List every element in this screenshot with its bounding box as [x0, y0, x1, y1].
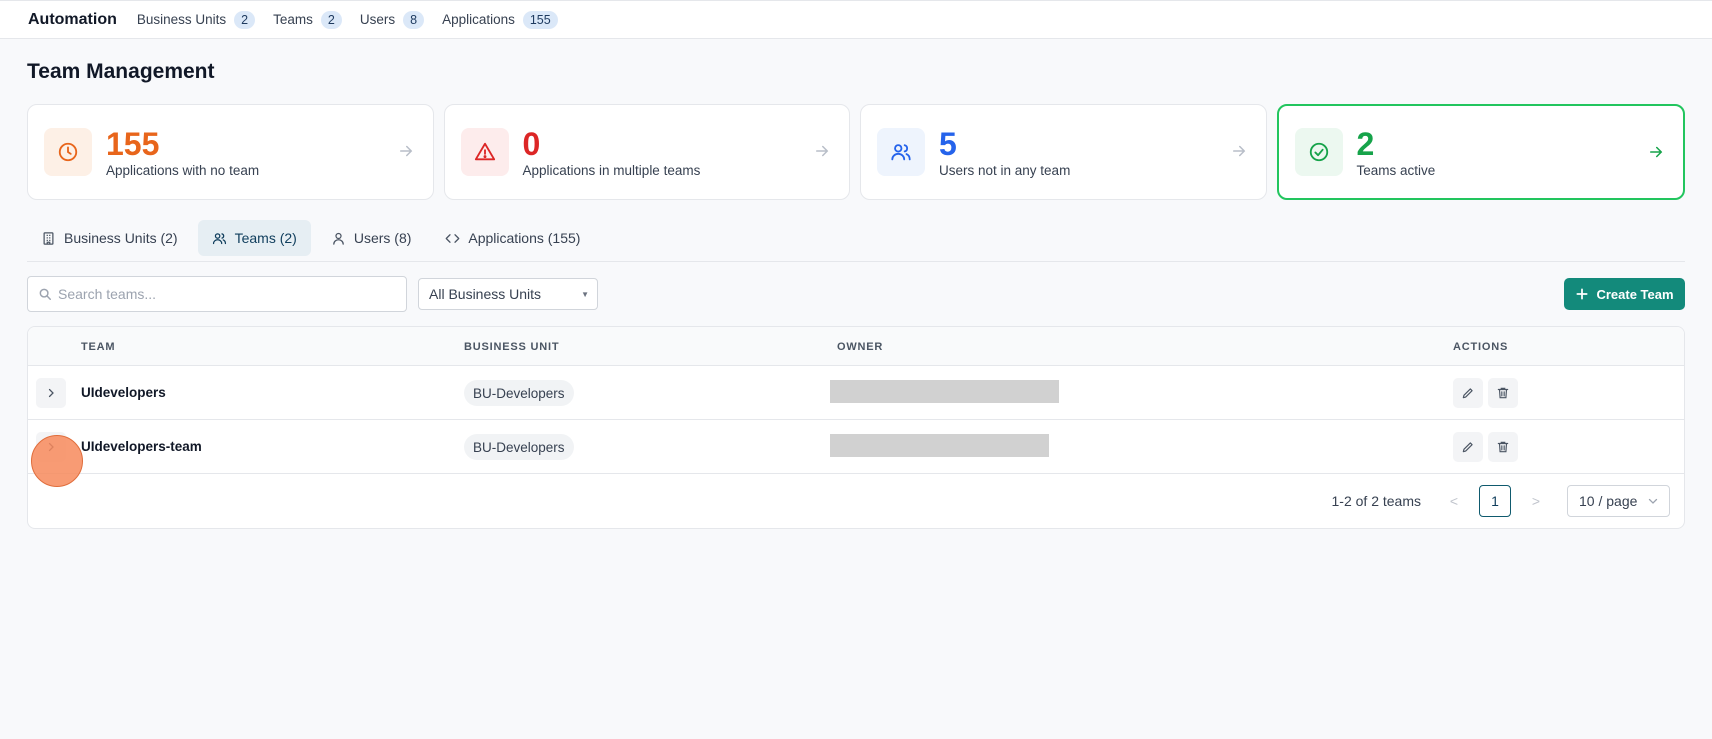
prev-page-icon[interactable]: < — [1439, 493, 1469, 509]
pagination-summary: 1-2 of 2 teams — [1331, 493, 1422, 509]
clock-icon — [58, 142, 78, 162]
tab-users[interactable]: Users (8) — [317, 220, 426, 256]
page-size-value: 10 / page — [1579, 493, 1638, 509]
users-icon — [212, 232, 226, 244]
topnav-label: Applications — [442, 12, 515, 27]
stat-card-users-no-team[interactable]: 5 Users not in any team — [860, 104, 1267, 200]
column-header-actions: ACTIONS — [1453, 341, 1509, 353]
tab-label: Teams (2) — [234, 230, 297, 246]
click-indicator — [31, 435, 83, 487]
top-nav: Business Units 2 Teams 2 Users 8 Applica… — [136, 10, 558, 29]
section-tabs: Business Units (2) Teams (2) Users (8) A… — [27, 220, 1685, 262]
tab-label: Business Units (2) — [64, 230, 178, 246]
edit-button[interactable] — [1453, 432, 1483, 462]
business-unit-tag: BU-Developers — [464, 380, 574, 406]
count-badge: 155 — [522, 10, 558, 29]
table-row: UIdevelopers BU-Developers — [28, 366, 1684, 420]
delete-button[interactable] — [1488, 432, 1518, 462]
business-unit-tag: BU-Developers — [464, 434, 574, 460]
stat-card-no-team[interactable]: 155 Applications with no team — [27, 104, 434, 200]
tab-teams[interactable]: Teams (2) — [197, 220, 311, 256]
expand-row-button[interactable] — [36, 378, 66, 408]
column-header-team: TEAM — [81, 341, 116, 353]
page-title: Team Management — [27, 60, 215, 83]
page-size-select[interactable]: 10 / page — [1567, 485, 1670, 517]
pencil-icon — [1462, 442, 1473, 453]
topnav-teams[interactable]: Teams 2 — [273, 10, 342, 29]
stat-icon-box — [460, 128, 509, 176]
app-brand[interactable]: Automation — [28, 11, 117, 29]
stat-label: Applications with no team — [106, 162, 260, 178]
building-icon — [43, 231, 54, 245]
tab-label: Applications (155) — [468, 230, 581, 246]
topnav-users[interactable]: Users 8 — [359, 10, 425, 29]
stat-card-multiple-teams[interactable]: 0 Applications in multiple teams — [443, 104, 850, 200]
top-navigation-bar: Automation Business Units 2 Teams 2 User… — [0, 0, 1712, 39]
column-header-owner: OWNER — [837, 341, 884, 353]
pagination: 1-2 of 2 teams < 1 > 10 / page — [28, 474, 1684, 528]
plus-icon — [1576, 288, 1588, 300]
stat-value: 0 — [522, 125, 541, 162]
next-page-icon[interactable]: > — [1521, 493, 1551, 509]
owner-redacted — [830, 434, 1049, 457]
stat-label: Teams active — [1356, 162, 1436, 178]
topnav-label: Users — [359, 12, 396, 27]
stat-icon-box — [44, 128, 92, 176]
table-header: TEAM BUSINESS UNIT OWNER ACTIONS — [28, 327, 1684, 366]
search-icon — [39, 288, 51, 300]
count-badge: 8 — [403, 10, 425, 29]
check-circle-icon — [1309, 142, 1328, 162]
teams-table: TEAM BUSINESS UNIT OWNER ACTIONS UIdevel… — [27, 326, 1685, 529]
topnav-applications[interactable]: Applications 155 — [442, 10, 558, 29]
stat-label: Applications in multiple teams — [522, 162, 701, 178]
users-icon — [891, 144, 911, 161]
topnav-label: Business Units — [136, 12, 227, 27]
chevron-right-icon — [48, 388, 54, 398]
delete-button[interactable] — [1488, 378, 1518, 408]
owner-redacted — [830, 380, 1059, 403]
chevron-down-icon — [1648, 498, 1658, 504]
trash-icon — [1497, 441, 1509, 453]
trash-icon — [1497, 387, 1509, 399]
edit-button[interactable] — [1453, 378, 1483, 408]
tab-applications[interactable]: Applications (155) — [431, 220, 594, 256]
topnav-business-units[interactable]: Business Units 2 — [136, 10, 256, 29]
business-unit-select[interactable]: All Business Units ▼ — [418, 278, 598, 310]
stats-row: 155 Applications with no team 0 Applicat… — [27, 104, 1685, 200]
pencil-icon — [1462, 388, 1473, 399]
user-icon — [333, 232, 344, 245]
count-badge: 2 — [320, 10, 342, 29]
stat-value: 5 — [939, 125, 957, 162]
tab-label: Users (8) — [353, 230, 412, 246]
page-number-button[interactable]: 1 — [1479, 485, 1511, 517]
select-value: All Business Units — [429, 286, 542, 302]
column-header-business-unit: BUSINESS UNIT — [464, 341, 560, 353]
stat-value: 2 — [1356, 125, 1375, 162]
tab-business-units[interactable]: Business Units (2) — [27, 220, 192, 256]
stat-card-teams-active[interactable]: 2 Teams active — [1276, 104, 1685, 200]
stat-icon-box — [1294, 128, 1343, 176]
topnav-label: Teams — [273, 12, 313, 27]
count-badge: 2 — [234, 10, 256, 29]
code-icon — [446, 233, 460, 243]
stat-icon-box — [877, 128, 925, 176]
search-input[interactable] — [58, 286, 388, 302]
create-team-button[interactable]: Create Team — [1564, 278, 1685, 310]
team-name: UIdevelopers — [81, 385, 166, 400]
arrow-right-icon — [399, 145, 412, 157]
arrow-right-icon — [1650, 146, 1663, 158]
arrow-right-icon — [1232, 145, 1245, 157]
stat-label: Users not in any team — [939, 162, 1071, 178]
arrow-right-icon — [816, 145, 829, 157]
search-box[interactable] — [27, 276, 407, 312]
team-name: UIdevelopers-team — [81, 439, 202, 454]
table-row: UIdevelopers-team BU-Developers — [28, 420, 1684, 474]
caret-down-icon: ▼ — [581, 290, 589, 299]
warning-icon — [474, 142, 495, 161]
stat-value: 155 — [106, 125, 160, 162]
button-label: Create Team — [1596, 286, 1674, 302]
